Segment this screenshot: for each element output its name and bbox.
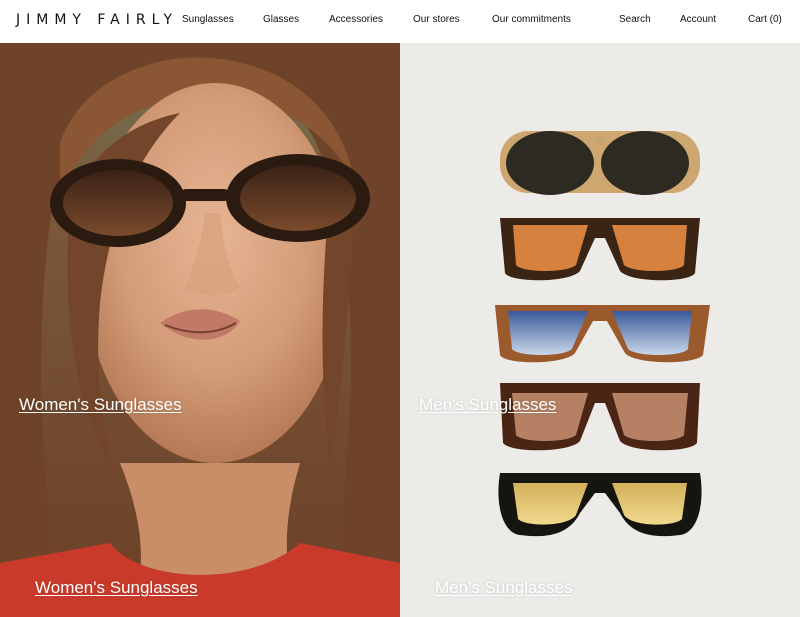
sunglasses-pair-1 [500, 131, 700, 195]
nav-glasses[interactable]: Glasses [263, 14, 299, 25]
womens-sunglasses-link[interactable]: Women's Sunglasses [19, 395, 182, 415]
mens-sunglasses-panel[interactable]: Men's Sunglasses Men's Sunglasses [400, 43, 800, 617]
cart-link[interactable]: Cart (0) [748, 14, 782, 25]
account-link[interactable]: Account [680, 14, 716, 25]
sunglasses-lineup-image [400, 43, 800, 617]
womens-sunglasses-panel[interactable]: Women's Sunglasses Women's Sunglasses [0, 43, 400, 617]
nav-our-commitments[interactable]: Our commitments [492, 14, 571, 25]
mens-sunglasses-link-bottom[interactable]: Men's Sunglasses [435, 578, 572, 598]
nav-accessories[interactable]: Accessories [329, 14, 383, 25]
woman-portrait-image [0, 43, 400, 617]
site-header: JIMMY FAIRLY Sunglasses Glasses Accessor… [0, 0, 800, 43]
mens-sunglasses-link[interactable]: Men's Sunglasses [419, 395, 556, 415]
brand-logo[interactable]: JIMMY FAIRLY [16, 12, 178, 28]
nav-sunglasses[interactable]: Sunglasses [182, 14, 234, 25]
search-link[interactable]: Search [619, 14, 651, 25]
womens-sunglasses-link-bottom[interactable]: Women's Sunglasses [35, 578, 198, 598]
nav-our-stores[interactable]: Our stores [413, 14, 460, 25]
